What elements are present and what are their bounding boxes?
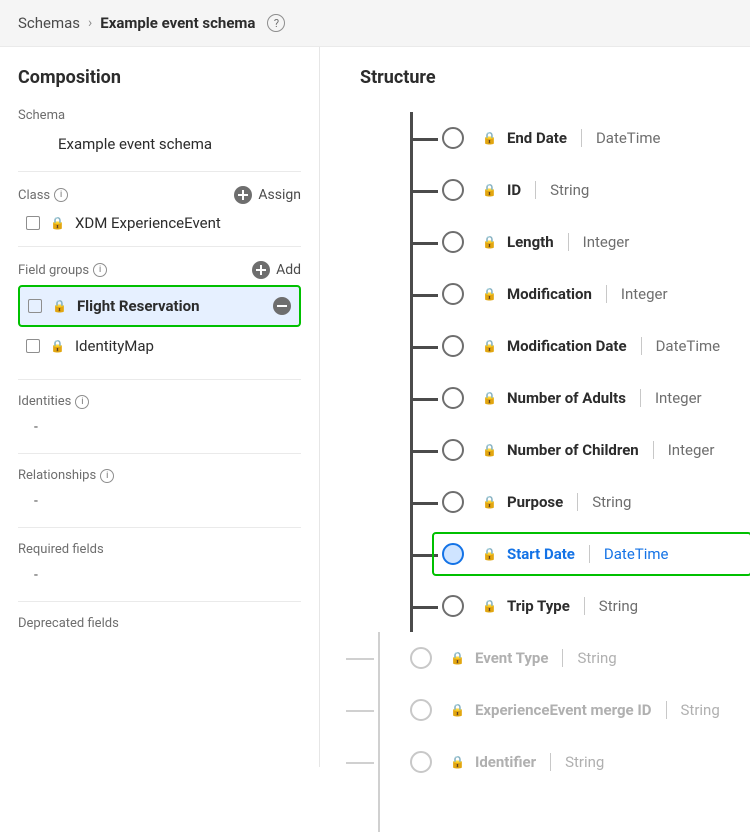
field-groups-label: Field groups <box>18 263 89 278</box>
lock-icon: 🔒 <box>450 755 465 769</box>
tree-node[interactable]: 🔒 Modification Integer <box>410 268 750 320</box>
tree-node-dim[interactable]: 🔒 ExperienceEvent merge ID String <box>378 684 750 736</box>
lock-icon: 🔒 <box>482 599 497 613</box>
lock-icon: 🔒 <box>450 703 465 717</box>
breadcrumb-root[interactable]: Schemas <box>18 14 80 32</box>
lock-icon: 🔒 <box>482 495 497 509</box>
schema-label: Schema <box>18 108 301 123</box>
lock-icon: 🔒 <box>482 235 497 249</box>
breadcrumb: Schemas › Example event schema ? <box>0 0 750 47</box>
plus-icon <box>234 186 252 204</box>
tree-node[interactable]: 🔒 End Date DateTime <box>410 112 750 164</box>
checkbox-icon[interactable] <box>26 216 40 230</box>
chevron-right-icon: › <box>88 15 92 31</box>
add-button[interactable]: Add <box>252 261 301 279</box>
lock-icon: 🔒 <box>482 547 497 561</box>
relationships-value: - <box>18 483 301 523</box>
assign-button[interactable]: Assign <box>234 186 301 204</box>
lock-icon: 🔒 <box>482 287 497 301</box>
structure-title: Structure <box>360 67 750 88</box>
class-item[interactable]: 🔒 XDM ExperienceEvent <box>18 204 301 242</box>
schema-value: Example event schema <box>18 123 301 167</box>
tree-node-selected[interactable]: 🔒 Start Date DateTime <box>410 528 750 580</box>
lock-icon: 🔒 <box>50 339 65 353</box>
lock-icon: 🔒 <box>482 391 497 405</box>
info-icon[interactable]: i <box>54 188 68 202</box>
info-icon[interactable]: i <box>75 395 89 409</box>
breadcrumb-current: Example event schema <box>100 14 255 32</box>
lock-icon: 🔒 <box>482 443 497 457</box>
info-icon[interactable]: i <box>93 263 107 277</box>
class-label: Class <box>18 188 50 203</box>
tree-node[interactable]: 🔒 Length Integer <box>410 216 750 268</box>
checkbox-icon[interactable] <box>28 299 42 313</box>
composition-title: Composition <box>18 67 301 88</box>
relationships-label: Relationships <box>18 468 96 483</box>
lock-icon: 🔒 <box>482 339 497 353</box>
info-icon[interactable]: i <box>100 469 114 483</box>
plus-icon <box>252 261 270 279</box>
structure-panel: Structure 🔒 End Date DateTime 🔒 <box>320 47 750 767</box>
lock-icon: 🔒 <box>52 299 67 313</box>
schema-tree: 🔒 End Date DateTime 🔒 ID String <box>360 112 750 788</box>
lock-icon: 🔒 <box>450 651 465 665</box>
required-value: - <box>18 557 301 597</box>
help-icon[interactable]: ? <box>267 14 285 32</box>
minus-icon[interactable] <box>273 297 291 315</box>
deprecated-label: Deprecated fields <box>18 616 301 631</box>
identities-label: Identities <box>18 394 71 409</box>
field-group-item-flight-reservation[interactable]: 🔒 Flight Reservation <box>18 285 301 327</box>
tree-node-dim[interactable]: 🔒 Identifier String <box>378 736 750 788</box>
tree-node[interactable]: 🔒 Trip Type String <box>410 580 750 632</box>
lock-icon: 🔒 <box>482 183 497 197</box>
checkbox-icon[interactable] <box>26 339 40 353</box>
tree-node[interactable]: 🔒 Purpose String <box>410 476 750 528</box>
identities-value: - <box>18 409 301 449</box>
tree-node-dim[interactable]: 🔒 Event Type String <box>378 632 750 684</box>
tree-node[interactable]: 🔒 Modification Date DateTime <box>410 320 750 372</box>
tree-node[interactable]: 🔒 ID String <box>410 164 750 216</box>
tree-node[interactable]: 🔒 Number of Adults Integer <box>410 372 750 424</box>
lock-icon: 🔒 <box>50 216 65 230</box>
composition-panel: Composition Schema Example event schema … <box>0 47 320 767</box>
lock-icon: 🔒 <box>482 131 497 145</box>
tree-node[interactable]: 🔒 Number of Children Integer <box>410 424 750 476</box>
field-group-item-identitymap[interactable]: 🔒 IdentityMap <box>18 327 301 365</box>
required-label: Required fields <box>18 542 301 557</box>
